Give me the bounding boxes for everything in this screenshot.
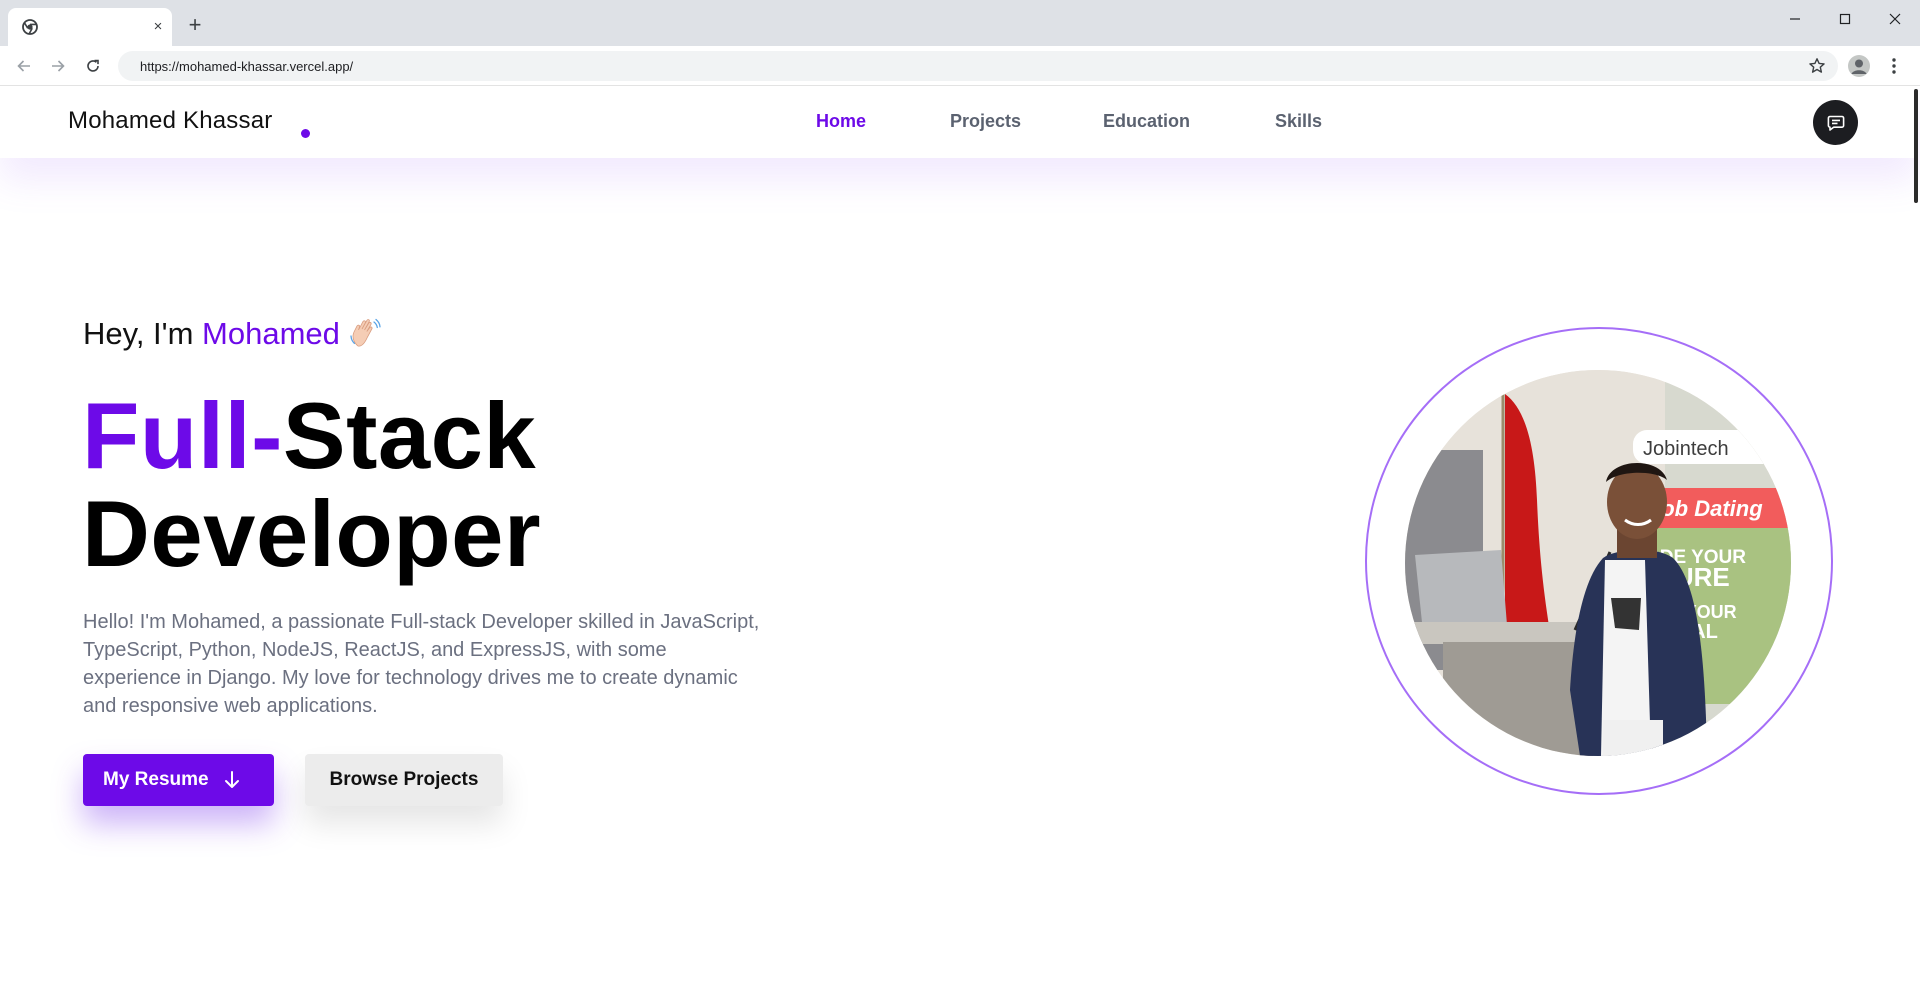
my-resume-button[interactable]: My Resume xyxy=(83,754,274,806)
maximize-button[interactable] xyxy=(1822,4,1868,34)
arrow-right-icon xyxy=(52,60,65,72)
headline-developer: Developer xyxy=(82,481,542,586)
profile-icon[interactable] xyxy=(1848,55,1870,77)
browser-tab[interactable]: × xyxy=(8,8,172,46)
minimize-button[interactable] xyxy=(1772,4,1818,34)
url-text[interactable]: https://mohamed-khassar.vercel.app/ xyxy=(140,59,353,74)
site-logo[interactable]: Mohamed Khassar xyxy=(68,107,272,135)
hero-headline: Full-Stack Developer xyxy=(82,387,541,583)
resume-button-label: My Resume xyxy=(103,769,209,790)
nav-link-home[interactable]: Home xyxy=(816,111,866,132)
chat-icon xyxy=(1827,115,1844,131)
close-window-button[interactable] xyxy=(1872,4,1918,34)
logo-dot xyxy=(301,129,310,138)
kebab-menu-icon[interactable] xyxy=(1886,55,1902,77)
site-navbar: Mohamed Khassar Home Projects Education … xyxy=(0,87,1918,158)
arrow-down-icon xyxy=(223,770,241,790)
hero-greeting: Hey, I'm Mohamed xyxy=(83,316,382,352)
back-button[interactable] xyxy=(12,54,36,78)
close-icon xyxy=(1889,13,1901,25)
address-bar[interactable]: https://mohamed-khassar.vercel.app/ xyxy=(118,51,1838,81)
star-icon[interactable] xyxy=(1808,57,1826,75)
browse-projects-button[interactable]: Browse Projects xyxy=(305,754,503,806)
profile-photo: Jobintech Job Dating ODE YOUR TURE K YOU… xyxy=(1405,370,1791,756)
hero-intro: Hello! I'm Mohamed, a passionate Full-st… xyxy=(83,611,760,717)
nav-link-skills[interactable]: Skills xyxy=(1275,111,1322,132)
banner-brand: Jobintech xyxy=(1643,438,1729,460)
browser-tab-bar: × + xyxy=(0,0,1920,46)
greeting-name: Mohamed xyxy=(202,316,340,351)
forward-button[interactable] xyxy=(46,54,70,78)
minimize-icon xyxy=(1790,18,1800,20)
waving-hand-icon xyxy=(350,318,381,347)
nav-link-projects[interactable]: Projects xyxy=(950,111,1021,132)
reload-icon xyxy=(87,59,99,72)
greeting-prefix: Hey, I'm xyxy=(83,316,203,351)
page-viewport: Mohamed Khassar Home Projects Education … xyxy=(0,87,1920,997)
tab-close-icon[interactable]: × xyxy=(148,17,168,37)
maximize-icon xyxy=(1839,13,1851,25)
chat-button[interactable] xyxy=(1813,100,1858,145)
headline-stack: Stack xyxy=(282,383,537,488)
browser-toolbar: https://mohamed-khassar.vercel.app/ xyxy=(0,46,1920,86)
arrow-left-icon xyxy=(17,60,30,72)
nav-link-education[interactable]: Education xyxy=(1103,111,1190,132)
profile-photo-illustration: Jobintech Job Dating ODE YOUR TURE K YOU… xyxy=(1405,370,1791,756)
headline-full: Full- xyxy=(82,383,283,488)
page-scrollbar[interactable] xyxy=(1914,89,1918,203)
reload-button[interactable] xyxy=(81,54,105,78)
new-tab-button[interactable]: + xyxy=(183,14,207,38)
chrome-icon xyxy=(22,19,38,35)
